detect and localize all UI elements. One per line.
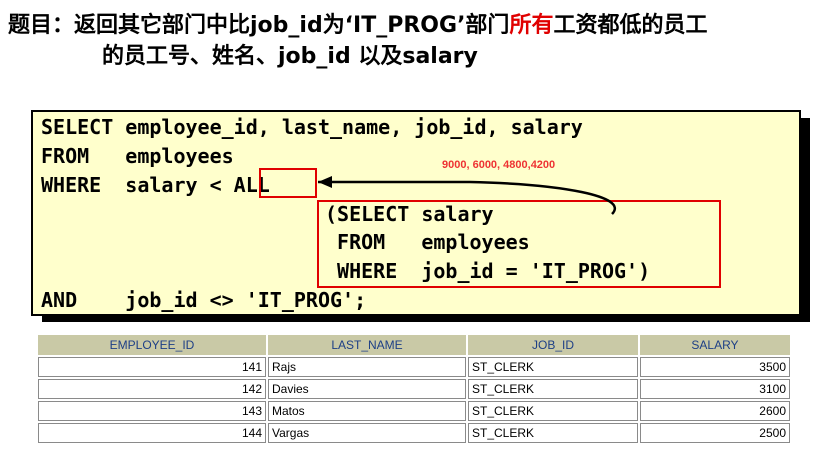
column-header: LAST_NAME	[268, 335, 466, 355]
cell-employee-id: 141	[38, 357, 266, 377]
result-table: EMPLOYEE_ID LAST_NAME JOB_ID SALARY 141 …	[36, 333, 792, 445]
cell-last-name: Rajs	[268, 357, 466, 377]
table-row: 143 Matos ST_CLERK 2600	[38, 401, 790, 421]
cell-employee-id: 142	[38, 379, 266, 399]
column-header: SALARY	[640, 335, 790, 355]
cell-job-id: ST_CLERK	[468, 423, 638, 443]
table-row: 144 Vargas ST_CLERK 2500	[38, 423, 790, 443]
cell-salary: 3100	[640, 379, 790, 399]
column-header: JOB_ID	[468, 335, 638, 355]
table-header-row: EMPLOYEE_ID LAST_NAME JOB_ID SALARY	[38, 335, 790, 355]
cell-salary: 2500	[640, 423, 790, 443]
cell-last-name: Matos	[268, 401, 466, 421]
cell-employee-id: 144	[38, 423, 266, 443]
table-row: 141 Rajs ST_CLERK 3500	[38, 357, 790, 377]
subquery-result-annotation: 9000, 6000, 4800,4200	[442, 159, 556, 171]
cell-job-id: ST_CLERK	[468, 357, 638, 377]
cell-last-name: Vargas	[268, 423, 466, 443]
cell-salary: 3500	[640, 357, 790, 377]
cell-job-id: ST_CLERK	[468, 401, 638, 421]
cell-employee-id: 143	[38, 401, 266, 421]
cell-last-name: Davies	[268, 379, 466, 399]
cell-salary: 2600	[640, 401, 790, 421]
cell-job-id: ST_CLERK	[468, 379, 638, 399]
column-header: EMPLOYEE_ID	[38, 335, 266, 355]
table-row: 142 Davies ST_CLERK 3100	[38, 379, 790, 399]
